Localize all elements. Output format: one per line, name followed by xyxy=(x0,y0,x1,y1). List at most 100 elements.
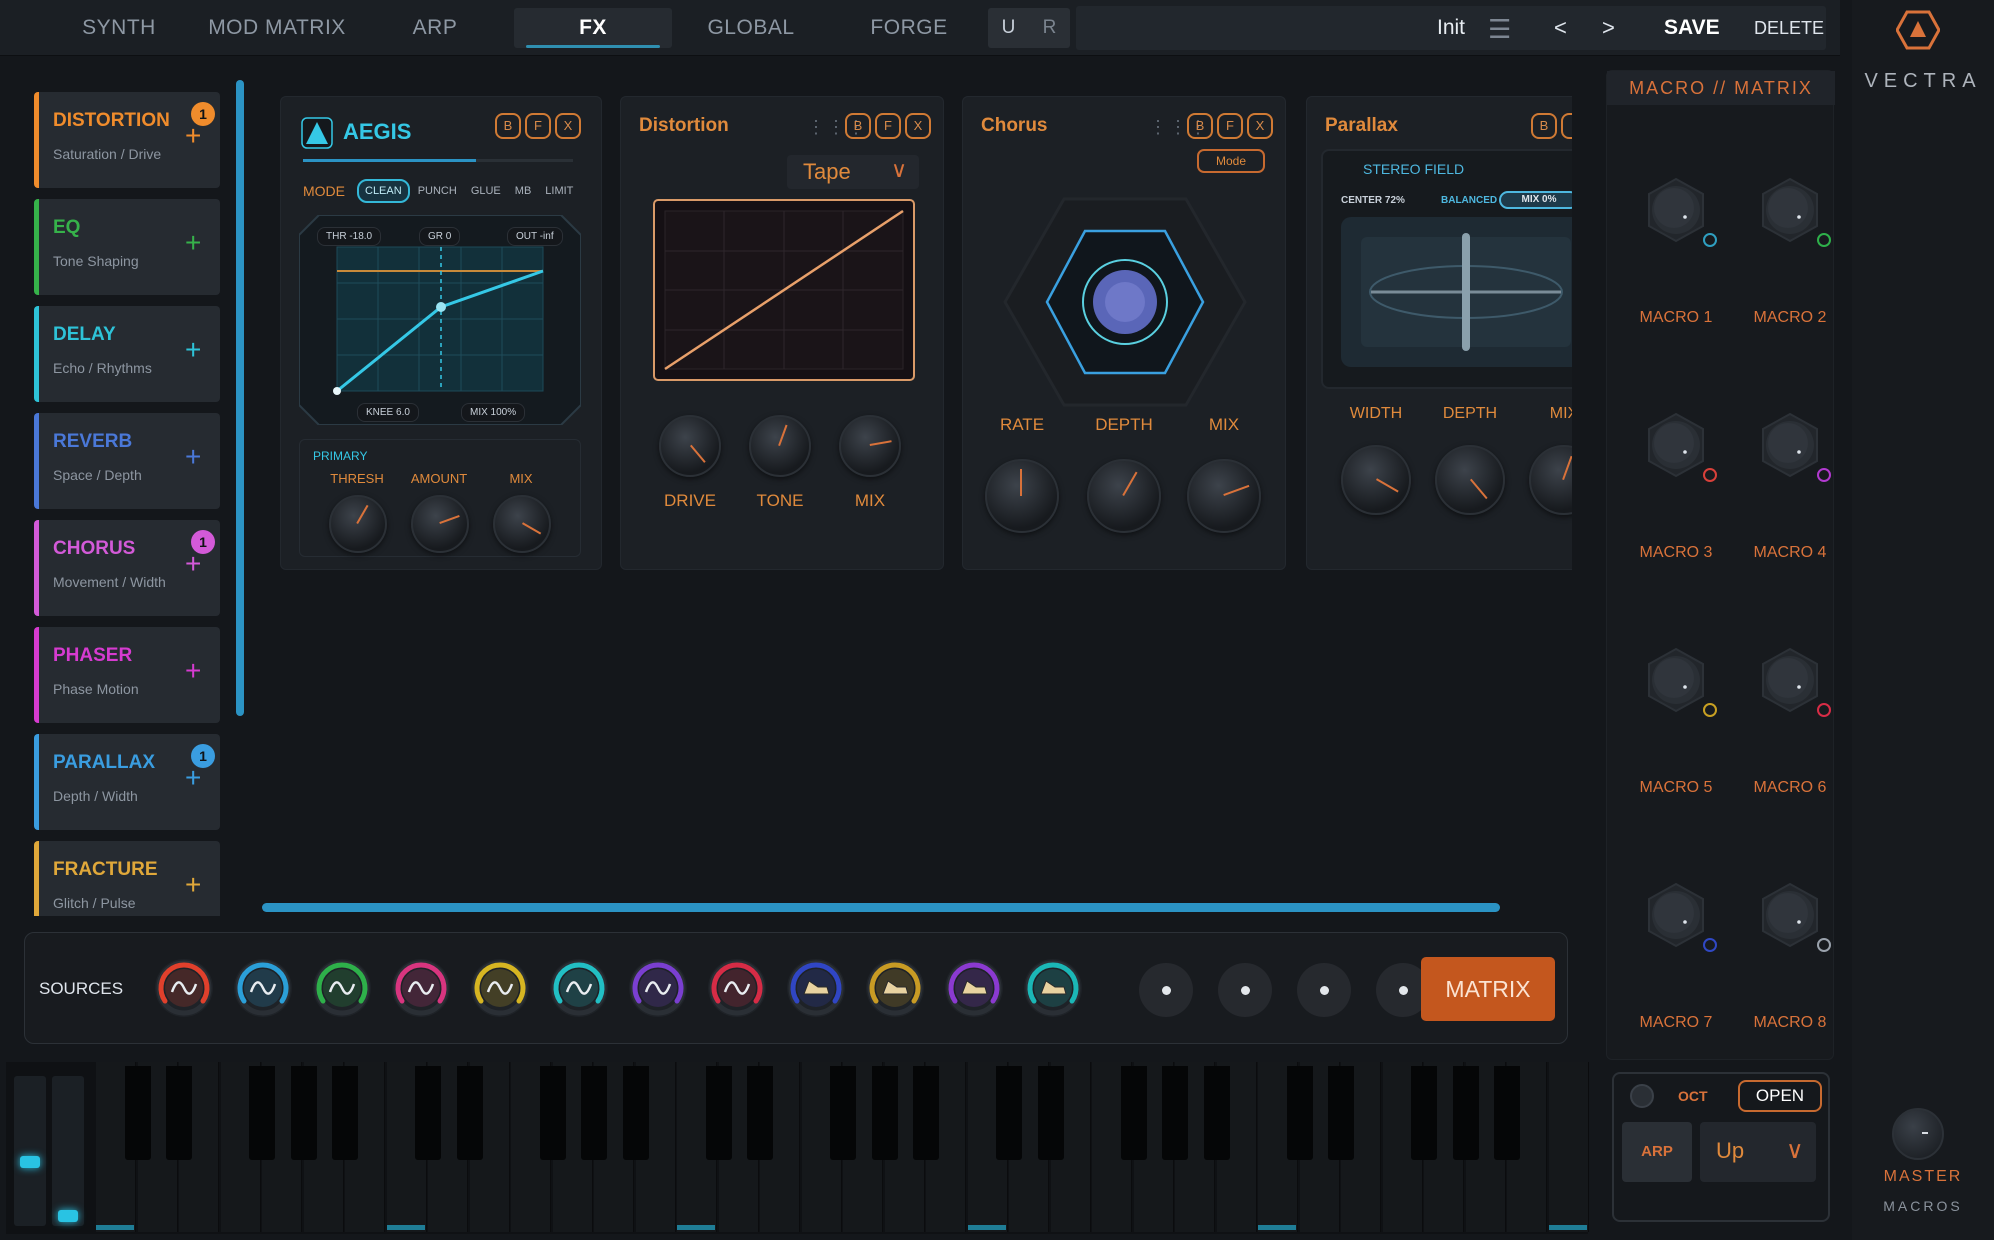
black-key[interactable] xyxy=(415,1066,441,1160)
black-key[interactable] xyxy=(622,1066,649,1160)
pitch-wheel[interactable] xyxy=(14,1076,46,1226)
mod-source-7[interactable] xyxy=(629,959,687,1017)
parallax-bypass-button[interactable]: B xyxy=(1531,113,1557,139)
black-key[interactable] xyxy=(1494,1066,1520,1160)
black-key[interactable] xyxy=(249,1066,275,1160)
aegis-focus-button[interactable]: F xyxy=(525,113,551,139)
aegis-remove-button[interactable]: X xyxy=(555,113,581,139)
distortion-remove-button[interactable]: X xyxy=(905,113,931,139)
redo-button[interactable]: R xyxy=(1029,8,1070,48)
effect-item-distortion[interactable]: DISTORTION Saturation / Drive +1 xyxy=(34,92,220,188)
undo-button[interactable]: U xyxy=(988,8,1029,48)
stereo-field-visualizer[interactable] xyxy=(1341,217,1572,367)
macro-knob-8[interactable] xyxy=(1757,882,1831,952)
macro-knob-3[interactable] xyxy=(1643,412,1717,482)
piano-keyboard[interactable] xyxy=(96,1062,1589,1234)
preset-name[interactable]: Init xyxy=(1256,16,1646,40)
delete-button[interactable]: DELETE xyxy=(1754,18,1824,39)
add-effect-button[interactable]: + xyxy=(185,655,201,687)
distortion-mix-knob[interactable] xyxy=(839,415,901,477)
distortion-type-select[interactable]: Tape ∨ xyxy=(787,155,919,189)
black-key[interactable] xyxy=(913,1066,939,1160)
black-key[interactable] xyxy=(456,1066,483,1160)
aegis-mode-punch[interactable]: PUNCH xyxy=(412,181,463,201)
mod-source-11[interactable] xyxy=(945,959,1003,1017)
macro-knob-6[interactable] xyxy=(1757,647,1831,717)
aegis-mode-clean[interactable]: CLEAN xyxy=(357,179,410,203)
prev-preset-button[interactable]: < xyxy=(1554,15,1567,41)
mod-source-8[interactable] xyxy=(708,959,766,1017)
black-key[interactable] xyxy=(124,1066,151,1160)
effect-item-eq[interactable]: EQ Tone Shaping + xyxy=(34,199,220,295)
rack-horizontal-scrollbar[interactable] xyxy=(262,903,1500,912)
macro-knob-2[interactable] xyxy=(1757,177,1831,247)
tab-mod-matrix[interactable]: MOD MATRIX xyxy=(198,8,356,48)
next-preset-button[interactable]: > xyxy=(1602,15,1615,41)
mod-source-5[interactable] xyxy=(471,959,529,1017)
empty-source-slot[interactable] xyxy=(1218,963,1272,1017)
macro-knob-5[interactable] xyxy=(1643,647,1717,717)
empty-source-slot[interactable] xyxy=(1297,963,1351,1017)
black-key[interactable] xyxy=(1286,1066,1313,1160)
mod-source-9[interactable] xyxy=(787,959,845,1017)
mod-source-3[interactable] xyxy=(313,959,371,1017)
distortion-curve-graph[interactable] xyxy=(653,199,915,381)
distortion-focus-button[interactable]: F xyxy=(875,113,901,139)
preset-menu-icon[interactable]: ☰ xyxy=(1488,14,1511,45)
effect-item-phaser[interactable]: PHASER Phase Motion + xyxy=(34,627,220,723)
macro-knob-1[interactable] xyxy=(1643,177,1717,247)
aegis-transfer-graph[interactable] xyxy=(299,215,581,425)
mod-source-6[interactable] xyxy=(550,959,608,1017)
add-effect-button[interactable]: + xyxy=(185,869,201,901)
aegis-bypass-button[interactable]: B xyxy=(495,113,521,139)
black-key[interactable] xyxy=(1328,1066,1354,1160)
effect-item-reverb[interactable]: REVERB Space / Depth + xyxy=(34,413,220,509)
white-key[interactable] xyxy=(1548,1062,1589,1232)
matrix-button[interactable]: MATRIX xyxy=(1421,957,1555,1021)
distortion-bypass-button[interactable]: B xyxy=(845,113,871,139)
master-knob[interactable] xyxy=(1892,1108,1944,1160)
mod-wheel[interactable] xyxy=(52,1076,84,1226)
black-key[interactable] xyxy=(166,1066,192,1160)
chorus-mix-knob[interactable] xyxy=(1187,459,1261,533)
chorus-remove-button[interactable]: X xyxy=(1247,113,1273,139)
aegis-mix-knob[interactable] xyxy=(493,495,551,553)
mod-source-10[interactable] xyxy=(866,959,924,1017)
aegis-mode-limit[interactable]: LIMIT xyxy=(539,181,579,201)
mod-source-2[interactable] xyxy=(234,959,292,1017)
black-key[interactable] xyxy=(1203,1066,1230,1160)
chorus-mode-button[interactable]: Mode xyxy=(1197,149,1265,173)
tab-forge[interactable]: FORGE xyxy=(830,8,988,48)
effect-list-scrollbar[interactable] xyxy=(236,80,244,716)
parallax-focus-button[interactable] xyxy=(1561,113,1572,139)
arp-button[interactable]: ARP xyxy=(1622,1122,1692,1182)
black-key[interactable] xyxy=(290,1066,317,1160)
chorus-focus-button[interactable]: F xyxy=(1217,113,1243,139)
macro-knob-4[interactable] xyxy=(1757,412,1831,482)
add-effect-button[interactable]: + xyxy=(185,334,201,366)
effect-item-delay[interactable]: DELAY Echo / Rhythms + xyxy=(34,306,220,402)
black-key[interactable] xyxy=(332,1066,358,1160)
arp-mode-select[interactable]: Up ∨ xyxy=(1700,1122,1816,1182)
effect-item-parallax[interactable]: PARALLAX Depth / Width +1 xyxy=(34,734,220,830)
tab-arp[interactable]: ARP xyxy=(356,8,514,48)
black-key[interactable] xyxy=(581,1066,607,1160)
black-key[interactable] xyxy=(747,1066,773,1160)
black-key[interactable] xyxy=(996,1066,1022,1160)
rate-knob[interactable] xyxy=(985,459,1059,533)
black-key[interactable] xyxy=(705,1066,732,1160)
amount-knob[interactable] xyxy=(411,495,469,553)
black-key[interactable] xyxy=(871,1066,898,1160)
thresh-knob[interactable] xyxy=(329,495,387,553)
chorus-visualizer[interactable] xyxy=(1003,197,1247,407)
black-key[interactable] xyxy=(1162,1066,1188,1160)
parallax-mix-knob[interactable] xyxy=(1529,445,1572,515)
macro-knob-7[interactable] xyxy=(1643,882,1717,952)
black-key[interactable] xyxy=(1037,1066,1064,1160)
effect-item-fracture[interactable]: FRACTURE Glitch / Pulse + xyxy=(34,841,220,916)
black-key[interactable] xyxy=(1411,1066,1437,1160)
black-key[interactable] xyxy=(1120,1066,1147,1160)
aegis-mode-mb[interactable]: MB xyxy=(509,181,538,201)
save-button[interactable]: SAVE xyxy=(1664,16,1720,40)
empty-source-slot[interactable] xyxy=(1139,963,1193,1017)
